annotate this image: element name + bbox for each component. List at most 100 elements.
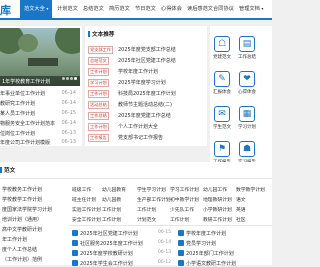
category-link[interactable]: 教研工作计划	[203, 216, 232, 223]
article-link[interactable]: 个人工作计划大全	[118, 123, 158, 130]
quick-link[interactable]: ✉ 学生范文	[211, 106, 233, 130]
nav-item-reflection[interactable]: 心得体会	[161, 5, 182, 12]
internship-icon: ☗	[239, 141, 255, 157]
category-tag[interactable]: 党支部工作	[88, 46, 113, 54]
list-item[interactable]: 学校教务工作计划	[2, 186, 42, 193]
category-link[interactable]: 班主任计划	[72, 196, 96, 203]
category-link[interactable]: 英语	[236, 206, 246, 213]
list-item[interactable]: 物服务安全工作计划范本 06-14	[0, 120, 80, 127]
article-link[interactable]: 教师节主题活动总结(二)	[118, 101, 172, 108]
news-item[interactable]: 小学语文教研工作计划	[178, 260, 236, 267]
article-link[interactable]: 2025年社区党建工作总结	[118, 57, 176, 64]
category-link[interactable]: 小学教研计划	[203, 206, 232, 213]
category-tag[interactable]: 总结范文	[88, 57, 109, 65]
student-essay-icon: ✉	[214, 106, 230, 122]
nav-item-holiday[interactable]: 节日范文	[135, 5, 156, 12]
category-link[interactable]: 工作计划	[137, 206, 156, 213]
category-tag[interactable]: 活动总结	[88, 101, 109, 109]
news-date: 06-12	[158, 260, 172, 265]
news-item[interactable]: 2025年社区党建工作计划	[72, 230, 138, 237]
nav-item-docs[interactable]: 管理文档 ▾	[239, 5, 263, 12]
category-link[interactable]: 幼儿园工作	[203, 186, 227, 193]
list-item[interactable]: 位岗位工作计划 06-13	[0, 130, 80, 137]
recommend-heading: 文本推荐	[88, 30, 114, 38]
article-link[interactable]: 科技局2025年度工作计划	[118, 90, 176, 97]
document-icon	[178, 240, 184, 246]
article-link[interactable]: 党支部书记工作报告	[118, 134, 163, 141]
news-item[interactable]: 党员学习计划	[178, 240, 216, 247]
category-tag[interactable]: 工作计划	[88, 68, 109, 76]
category-tag[interactable]: 工作总结	[88, 112, 109, 120]
news-item[interactable]: 社区服务2025年度工作计划	[72, 240, 143, 247]
list-item[interactable]: 年度公司工作计划模版 06-13	[0, 139, 80, 146]
category-link[interactable]: 计划范文	[137, 216, 156, 223]
nav-item-resume[interactable]: 简历范文	[109, 5, 130, 12]
nav-item-review[interactable]: 读后感范文	[187, 5, 213, 12]
list-item[interactable]: 度国家法学院学习计划	[2, 206, 52, 213]
bottom-heading: 范文	[0, 166, 15, 174]
category-tag[interactable]: 工作计划	[88, 123, 109, 131]
list-item[interactable]: 教研究工作计划 06-14	[0, 100, 80, 107]
document-icon	[72, 260, 78, 266]
reflection-icon: ❤	[239, 71, 255, 87]
quick-link[interactable]: ▤ 工作总结	[236, 36, 258, 60]
list-item[interactable]: 年工作计划	[2, 236, 27, 243]
category-link[interactable]: 语文	[236, 196, 246, 203]
article-link[interactable]: 学校年度工作计划	[118, 68, 158, 75]
category-link[interactable]: 数学教学计划	[236, 186, 265, 193]
featured-image[interactable]: 1年学校教育工作计划	[0, 28, 80, 86]
party-building-icon: ☖	[214, 36, 230, 52]
report-icon: ✎	[214, 71, 230, 87]
list-item[interactable]: 培训计划（通用）	[2, 216, 42, 223]
article-link[interactable]: 2025学年度学习计划	[118, 79, 166, 86]
quick-link[interactable]: ✎ 汇报体会	[211, 71, 233, 95]
category-link[interactable]: 工作计划	[170, 216, 189, 223]
category-link[interactable]: 工作计划	[102, 216, 121, 223]
news-item[interactable]: 2025年学生会工作计划	[72, 260, 133, 267]
category-link[interactable]: 安全工作计划	[72, 216, 101, 223]
list-item[interactable]: 年事业单位工作计划 06-14	[0, 90, 80, 97]
quick-link[interactable]: ❤ 心得体会	[236, 71, 258, 95]
list-item[interactable]: 学校教学工作计划	[2, 196, 42, 203]
category-link[interactable]: 工作计划	[102, 206, 121, 213]
quick-icons-panel: ☖党建范文 ▤工作总结 ✎汇报体会 ❤心得体会 ✉学生范文 ▦学习计划 ⚑工作报…	[210, 26, 272, 184]
news-date: 06-15	[158, 230, 172, 235]
list-item[interactable]: 某人员工作计划 06-15	[0, 110, 80, 117]
category-link[interactable]: 幼儿园教育	[102, 186, 126, 193]
category-link[interactable]: 幼儿园教	[102, 196, 121, 203]
category-link[interactable]: 学生学习计划	[137, 186, 166, 193]
document-icon	[72, 230, 78, 236]
nav-item-all[interactable]: 范文大全 ▾	[20, 0, 53, 18]
category-link[interactable]: 社区	[236, 216, 246, 223]
category-link[interactable]: 少先队工作	[170, 206, 194, 213]
bottom-panel: 范文 学校教务工作计划 学校教学工作计划 度国家法学院学习计划 培训计划（通用）…	[0, 162, 272, 267]
study-plan-icon: ▦	[239, 106, 255, 122]
article-link[interactable]: 2025年度党建工作总结	[118, 112, 171, 119]
news-item[interactable]: 2025年部门工作计划	[178, 250, 234, 257]
nav-item-contract[interactable]: 合同协议	[213, 5, 234, 12]
site-logo[interactable]: 库	[0, 2, 11, 18]
category-link[interactable]: 地理教研计划	[203, 196, 232, 203]
top-nav: 库 范文大全 ▾ 计划范文 总结范文 简历范文 节日范文 心得体会 读后感范文 …	[0, 0, 272, 20]
news-date: 06-14	[158, 240, 172, 245]
category-tag[interactable]: 学习计划	[88, 79, 109, 87]
category-link[interactable]: 学习工作计划	[170, 186, 199, 193]
quick-link[interactable]: ▦ 学习计划	[236, 106, 258, 130]
carousel-dots[interactable]	[61, 65, 77, 84]
quick-link[interactable]: ☖ 党建范文	[211, 36, 233, 60]
category-link[interactable]: 初中教学计划	[170, 196, 199, 203]
news-date: 06-13	[158, 250, 172, 255]
category-tag[interactable]: 工作报告	[88, 134, 109, 142]
category-link[interactable]: 班级工作	[72, 186, 91, 193]
category-link[interactable]: 生产部工作计划	[137, 196, 171, 203]
article-link[interactable]: 2025年度党支部工作总结	[118, 46, 176, 53]
nav-item-summary[interactable]: 总结范文	[83, 5, 104, 12]
list-item[interactable]: （工作计划）范例	[2, 256, 42, 263]
list-item[interactable]: 度个人工作总结	[2, 246, 37, 253]
news-item[interactable]: 2025年度学校教研计划	[72, 250, 133, 257]
nav-item-plan[interactable]: 计划范文	[57, 5, 78, 12]
news-item[interactable]: 学校年度工作计划	[178, 230, 226, 237]
list-item[interactable]: 高中文学教研计划	[2, 226, 42, 233]
category-link[interactable]: 实验工作计划	[72, 206, 101, 213]
category-tag[interactable]: 工作计划	[88, 90, 109, 98]
